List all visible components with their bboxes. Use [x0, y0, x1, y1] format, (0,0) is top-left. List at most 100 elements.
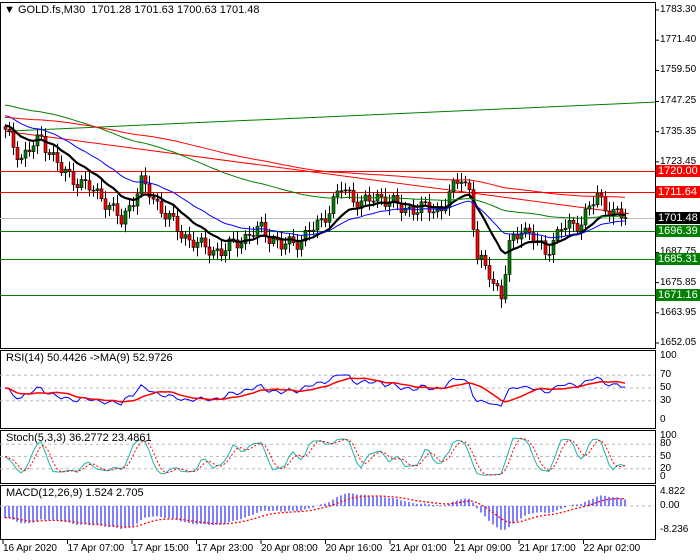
candle-body [323, 218, 328, 223]
candle-body [411, 206, 416, 215]
candle-body [239, 243, 244, 249]
candle-body [527, 227, 532, 233]
candle-body [99, 188, 104, 200]
candle-body [47, 152, 52, 155]
candle-body [587, 205, 592, 210]
chart-header: ▼ GOLD.fs,M30 1701.28 1701.63 1700.63 17… [4, 4, 260, 16]
candle-body [75, 184, 80, 189]
time-tick: 21 Apr 17:00 [519, 543, 576, 554]
candle-body [139, 175, 144, 195]
candle-body [467, 182, 472, 190]
candle-body [563, 227, 568, 230]
candle-body [459, 181, 464, 184]
candle-body [167, 213, 172, 220]
candle-body [83, 179, 88, 181]
candle-body [471, 189, 476, 230]
candle-body [151, 196, 156, 200]
candle-body [23, 149, 28, 159]
rsi-axis-tick: 0 [660, 414, 666, 425]
candle-body [351, 189, 356, 203]
price-level-tag: 1671.16 [656, 288, 700, 301]
candle-body [39, 134, 44, 137]
candle-body [295, 242, 300, 250]
collapse-arrow-icon[interactable]: ▼ [4, 4, 15, 16]
candle-body [499, 285, 504, 300]
macd-axis-tick: 0.00 [660, 500, 680, 511]
candle-body [115, 203, 120, 216]
candle-body [547, 254, 552, 256]
candle-body [79, 179, 84, 189]
candle-body [415, 212, 420, 215]
trading-chart-window: ▼ GOLD.fs,M30 1701.28 1701.63 1700.63 17… [0, 0, 700, 560]
price-level-tag: 1696.39 [656, 224, 700, 237]
candle-body [271, 238, 276, 244]
candle-body [251, 235, 256, 237]
candle-body [623, 217, 628, 219]
candle-body [319, 218, 324, 221]
candle-body [475, 229, 480, 260]
candle-body [19, 157, 24, 161]
candle-body [51, 152, 56, 155]
price-tick: 1783.30 [660, 4, 697, 15]
candles [3, 121, 628, 308]
candle-body [515, 234, 520, 240]
price-tick: 1747.25 [660, 95, 697, 107]
candle-body [559, 229, 564, 231]
time-tick: 21 Apr 01:00 [390, 543, 447, 554]
stoch-axis-tick: 50 [660, 450, 672, 462]
price-level-tag: 1711.64 [656, 185, 700, 198]
trendline-1 [4, 130, 630, 215]
candle-body [555, 229, 560, 241]
candle-body [63, 168, 68, 174]
price-tick: 1771.40 [660, 34, 697, 46]
price-tick: 1663.95 [660, 306, 697, 318]
candle-body [207, 246, 212, 256]
candle-body [255, 225, 260, 237]
rsi-axis-tick: 70 [660, 369, 672, 381]
candle-body [91, 189, 96, 192]
candle-body [27, 149, 32, 152]
stoch-label: Stoch(5,3,3) 36.2772 23.4861 [6, 432, 152, 444]
candle-body [503, 274, 508, 300]
candle-body [523, 227, 528, 234]
candle-body [123, 210, 128, 225]
candle-body [579, 224, 584, 232]
price-tick: 1759.50 [660, 64, 697, 76]
candle-body [259, 221, 264, 227]
candle-body [307, 230, 312, 232]
candle-body [223, 250, 228, 256]
candle-body [111, 203, 116, 206]
candle-body [491, 278, 496, 284]
rsi-line [4, 374, 626, 407]
macd-axis-tick: -8.236 [660, 523, 689, 535]
candle-body [131, 205, 136, 207]
candle-body [615, 208, 620, 211]
candle-body [583, 208, 588, 226]
rsi-axis-tick: 100 [660, 350, 677, 361]
time-tick: 20 Apr 16:00 [325, 543, 383, 554]
candle-body [59, 162, 64, 174]
macd-axis-tick: 4.822 [660, 486, 686, 498]
rsi-ma-line [4, 377, 626, 403]
time-tick: 21 Apr 09:00 [454, 543, 512, 554]
candle-body [187, 234, 192, 241]
candle-body [431, 211, 436, 214]
candle-body [107, 205, 112, 210]
chart-canvas[interactable] [0, 0, 700, 560]
candle-body [283, 243, 288, 250]
price-level-tag: 1701.48 [656, 211, 700, 224]
candle-body [315, 219, 320, 231]
candle-body [327, 213, 332, 223]
candle-body [335, 190, 340, 197]
candle-body [219, 248, 224, 256]
price-level-tag: 1685.31 [656, 252, 700, 265]
candle-body [371, 200, 376, 203]
candle-body [119, 215, 124, 225]
candle-body [487, 265, 492, 280]
macd-label: MACD(12,26,9) 1.524 2.705 [6, 487, 144, 499]
candle-body [571, 220, 576, 224]
rsi-label: RSI(14) 50.4426 ->MA(9) 52.9726 [6, 352, 173, 364]
candle-body [183, 234, 188, 239]
candle-body [299, 240, 304, 250]
candle-body [71, 171, 76, 185]
